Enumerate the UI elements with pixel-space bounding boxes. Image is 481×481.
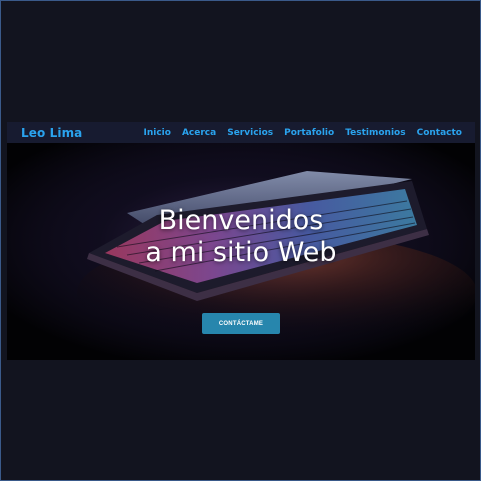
hero-title-line-1: Bienvenidos xyxy=(158,205,324,236)
browser-viewport: Leo Lima Inicio Acerca Servicios Portafo… xyxy=(0,0,481,481)
hero-title: Bienvenidos a mi sitio Web xyxy=(7,205,475,269)
contact-button[interactable]: CONTÁCTAME xyxy=(202,313,280,334)
hero-section: Bienvenidos a mi sitio Web CONTÁCTAME xyxy=(7,143,475,360)
nav-link-contacto[interactable]: Contacto xyxy=(417,128,462,138)
nav-link-servicios[interactable]: Servicios xyxy=(227,128,273,138)
website: Leo Lima Inicio Acerca Servicios Portafo… xyxy=(7,122,475,360)
nav-link-testimonios[interactable]: Testimonios xyxy=(345,128,405,138)
nav-link-portafolio[interactable]: Portafolio xyxy=(284,128,334,138)
brand-logo[interactable]: Leo Lima xyxy=(21,126,82,140)
hero-title-line-2: a mi sitio Web xyxy=(145,237,337,268)
navbar: Leo Lima Inicio Acerca Servicios Portafo… xyxy=(7,122,475,143)
nav-links: Inicio Acerca Servicios Portafolio Testi… xyxy=(133,128,463,138)
nav-link-acerca[interactable]: Acerca xyxy=(182,128,216,138)
nav-link-inicio[interactable]: Inicio xyxy=(144,128,171,138)
